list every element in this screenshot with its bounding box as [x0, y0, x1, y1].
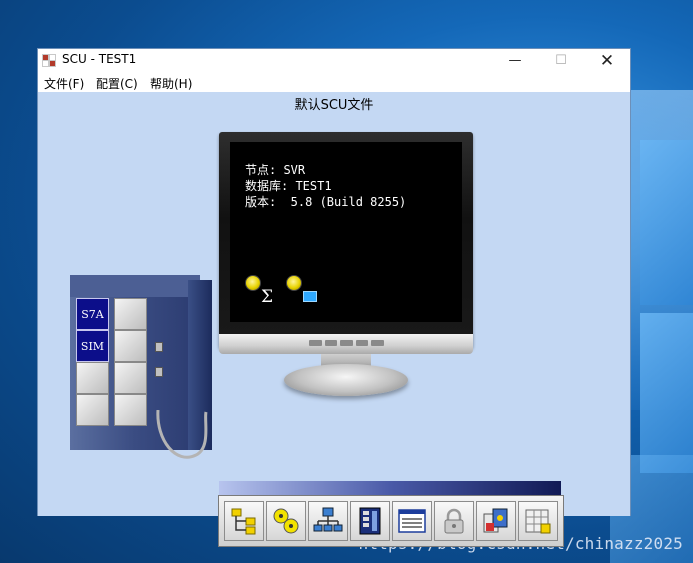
menu-file[interactable]: 文件(F)	[44, 75, 84, 92]
monitor-screen: 节点: SVR 数据库: TEST1 版本: 5.8 (Build 8255) …	[230, 142, 462, 322]
window-title: SCU - TEST1	[62, 52, 137, 66]
plc-module-slot	[76, 394, 109, 426]
monitor-button	[371, 340, 384, 346]
scu-toolbar	[218, 495, 564, 547]
alarm-configuration-button[interactable]	[392, 501, 432, 541]
plc-module-slot	[114, 298, 147, 330]
sql-configuration-button[interactable]	[476, 501, 516, 541]
path-configuration-icon	[231, 508, 256, 535]
maximize-button[interactable]: ☐	[538, 49, 584, 72]
plc-module-slot	[76, 362, 109, 394]
alarm-network-icon[interactable]	[286, 275, 302, 291]
monitor-buttons	[309, 340, 384, 346]
plc-module-sim: SIM	[76, 330, 109, 362]
database-tables-button[interactable]	[518, 501, 558, 541]
monitor-button	[340, 340, 353, 346]
sql-configuration-icon	[483, 508, 508, 533]
windows-logo-pane	[640, 140, 693, 305]
close-button[interactable]: ✕	[584, 49, 630, 72]
plc-rack-top	[70, 275, 200, 297]
minimize-icon: —	[508, 53, 522, 68]
plc-module-slot	[114, 362, 147, 394]
startup-tasks-icon	[273, 508, 299, 534]
monitor-stand-base	[284, 364, 408, 396]
monitor-image: 节点: SVR 数据库: TEST1 版本: 5.8 (Build 8255) …	[219, 132, 473, 348]
path-configuration-button[interactable]	[224, 501, 264, 541]
sigma-icon: Σ	[261, 287, 274, 307]
plc-module-slot	[114, 330, 147, 362]
network-configuration-button[interactable]	[308, 501, 348, 541]
scu-window: SCU - TEST1 — ☐ ✕ 文件(F) 配置(C) 帮助(H) 默认SC…	[37, 48, 631, 547]
maximize-icon: ☐	[555, 53, 567, 68]
plc-module-s7a: S7A	[76, 298, 109, 330]
menu-bar: 文件(F) 配置(C) 帮助(H)	[38, 72, 630, 92]
alarm-sum-icon[interactable]	[245, 275, 261, 291]
security-button[interactable]	[434, 501, 474, 541]
menu-configure[interactable]: 配置(C)	[96, 75, 138, 92]
database-label: 数据库: TEST1	[245, 179, 332, 193]
close-icon: ✕	[599, 50, 615, 71]
computer-icon	[303, 291, 317, 302]
monitor-button	[324, 340, 338, 346]
startup-tasks-button[interactable]	[266, 501, 306, 541]
scada-configuration-button[interactable]	[350, 501, 390, 541]
title-bar[interactable]: SCU - TEST1 — ☐ ✕	[38, 49, 630, 72]
scada-configuration-icon	[359, 507, 381, 535]
plc-connector	[155, 342, 163, 352]
plc-module-slot	[114, 394, 147, 426]
windows-logo-pane	[640, 313, 693, 473]
monitor-button	[309, 340, 322, 346]
network-configuration-icon	[313, 507, 343, 532]
menu-help[interactable]: 帮助(H)	[150, 75, 192, 92]
monitor-bezel	[219, 334, 473, 354]
security-lock-icon	[444, 508, 464, 534]
plc-connector	[155, 367, 163, 377]
version-label: 版本: 5.8 (Build 8255)	[245, 195, 407, 209]
monitor-button	[355, 340, 369, 346]
alarm-configuration-icon	[398, 509, 426, 533]
scu-content-area: 默认SCU文件 S7A SIM 节点: SVR 数据库: TEST1 版本: 5…	[38, 92, 630, 547]
scu-app-icon	[42, 54, 56, 67]
plc-cable	[156, 410, 208, 459]
toolbar-header	[219, 481, 561, 495]
node-label: 节点: SVR	[245, 163, 306, 177]
minimize-button[interactable]: —	[492, 49, 538, 72]
document-title: 默认SCU文件	[294, 98, 374, 113]
database-tables-icon	[525, 509, 551, 534]
